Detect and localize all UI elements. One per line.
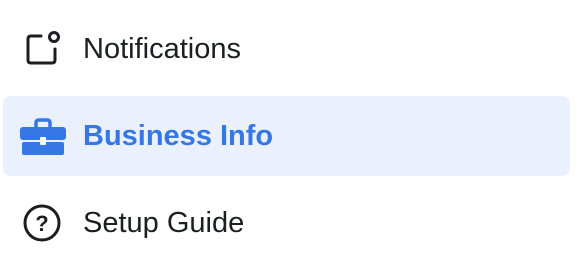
- menu-item-label: Business Info: [83, 119, 274, 152]
- menu-item-notifications[interactable]: Notifications: [3, 9, 570, 89]
- menu-item-label: Setup Guide: [83, 206, 245, 239]
- svg-text:?: ?: [35, 211, 48, 236]
- settings-menu: Notifications Business Info ? Setup Guid…: [0, 0, 584, 274]
- menu-item-business-info[interactable]: Business Info: [3, 96, 570, 176]
- menu-item-label: Notifications: [83, 32, 241, 65]
- menu-item-setup-guide[interactable]: ? Setup Guide: [3, 183, 570, 263]
- question-circle-icon: ?: [19, 199, 67, 247]
- briefcase-icon: [19, 112, 67, 160]
- notification-square-icon: [19, 25, 67, 73]
